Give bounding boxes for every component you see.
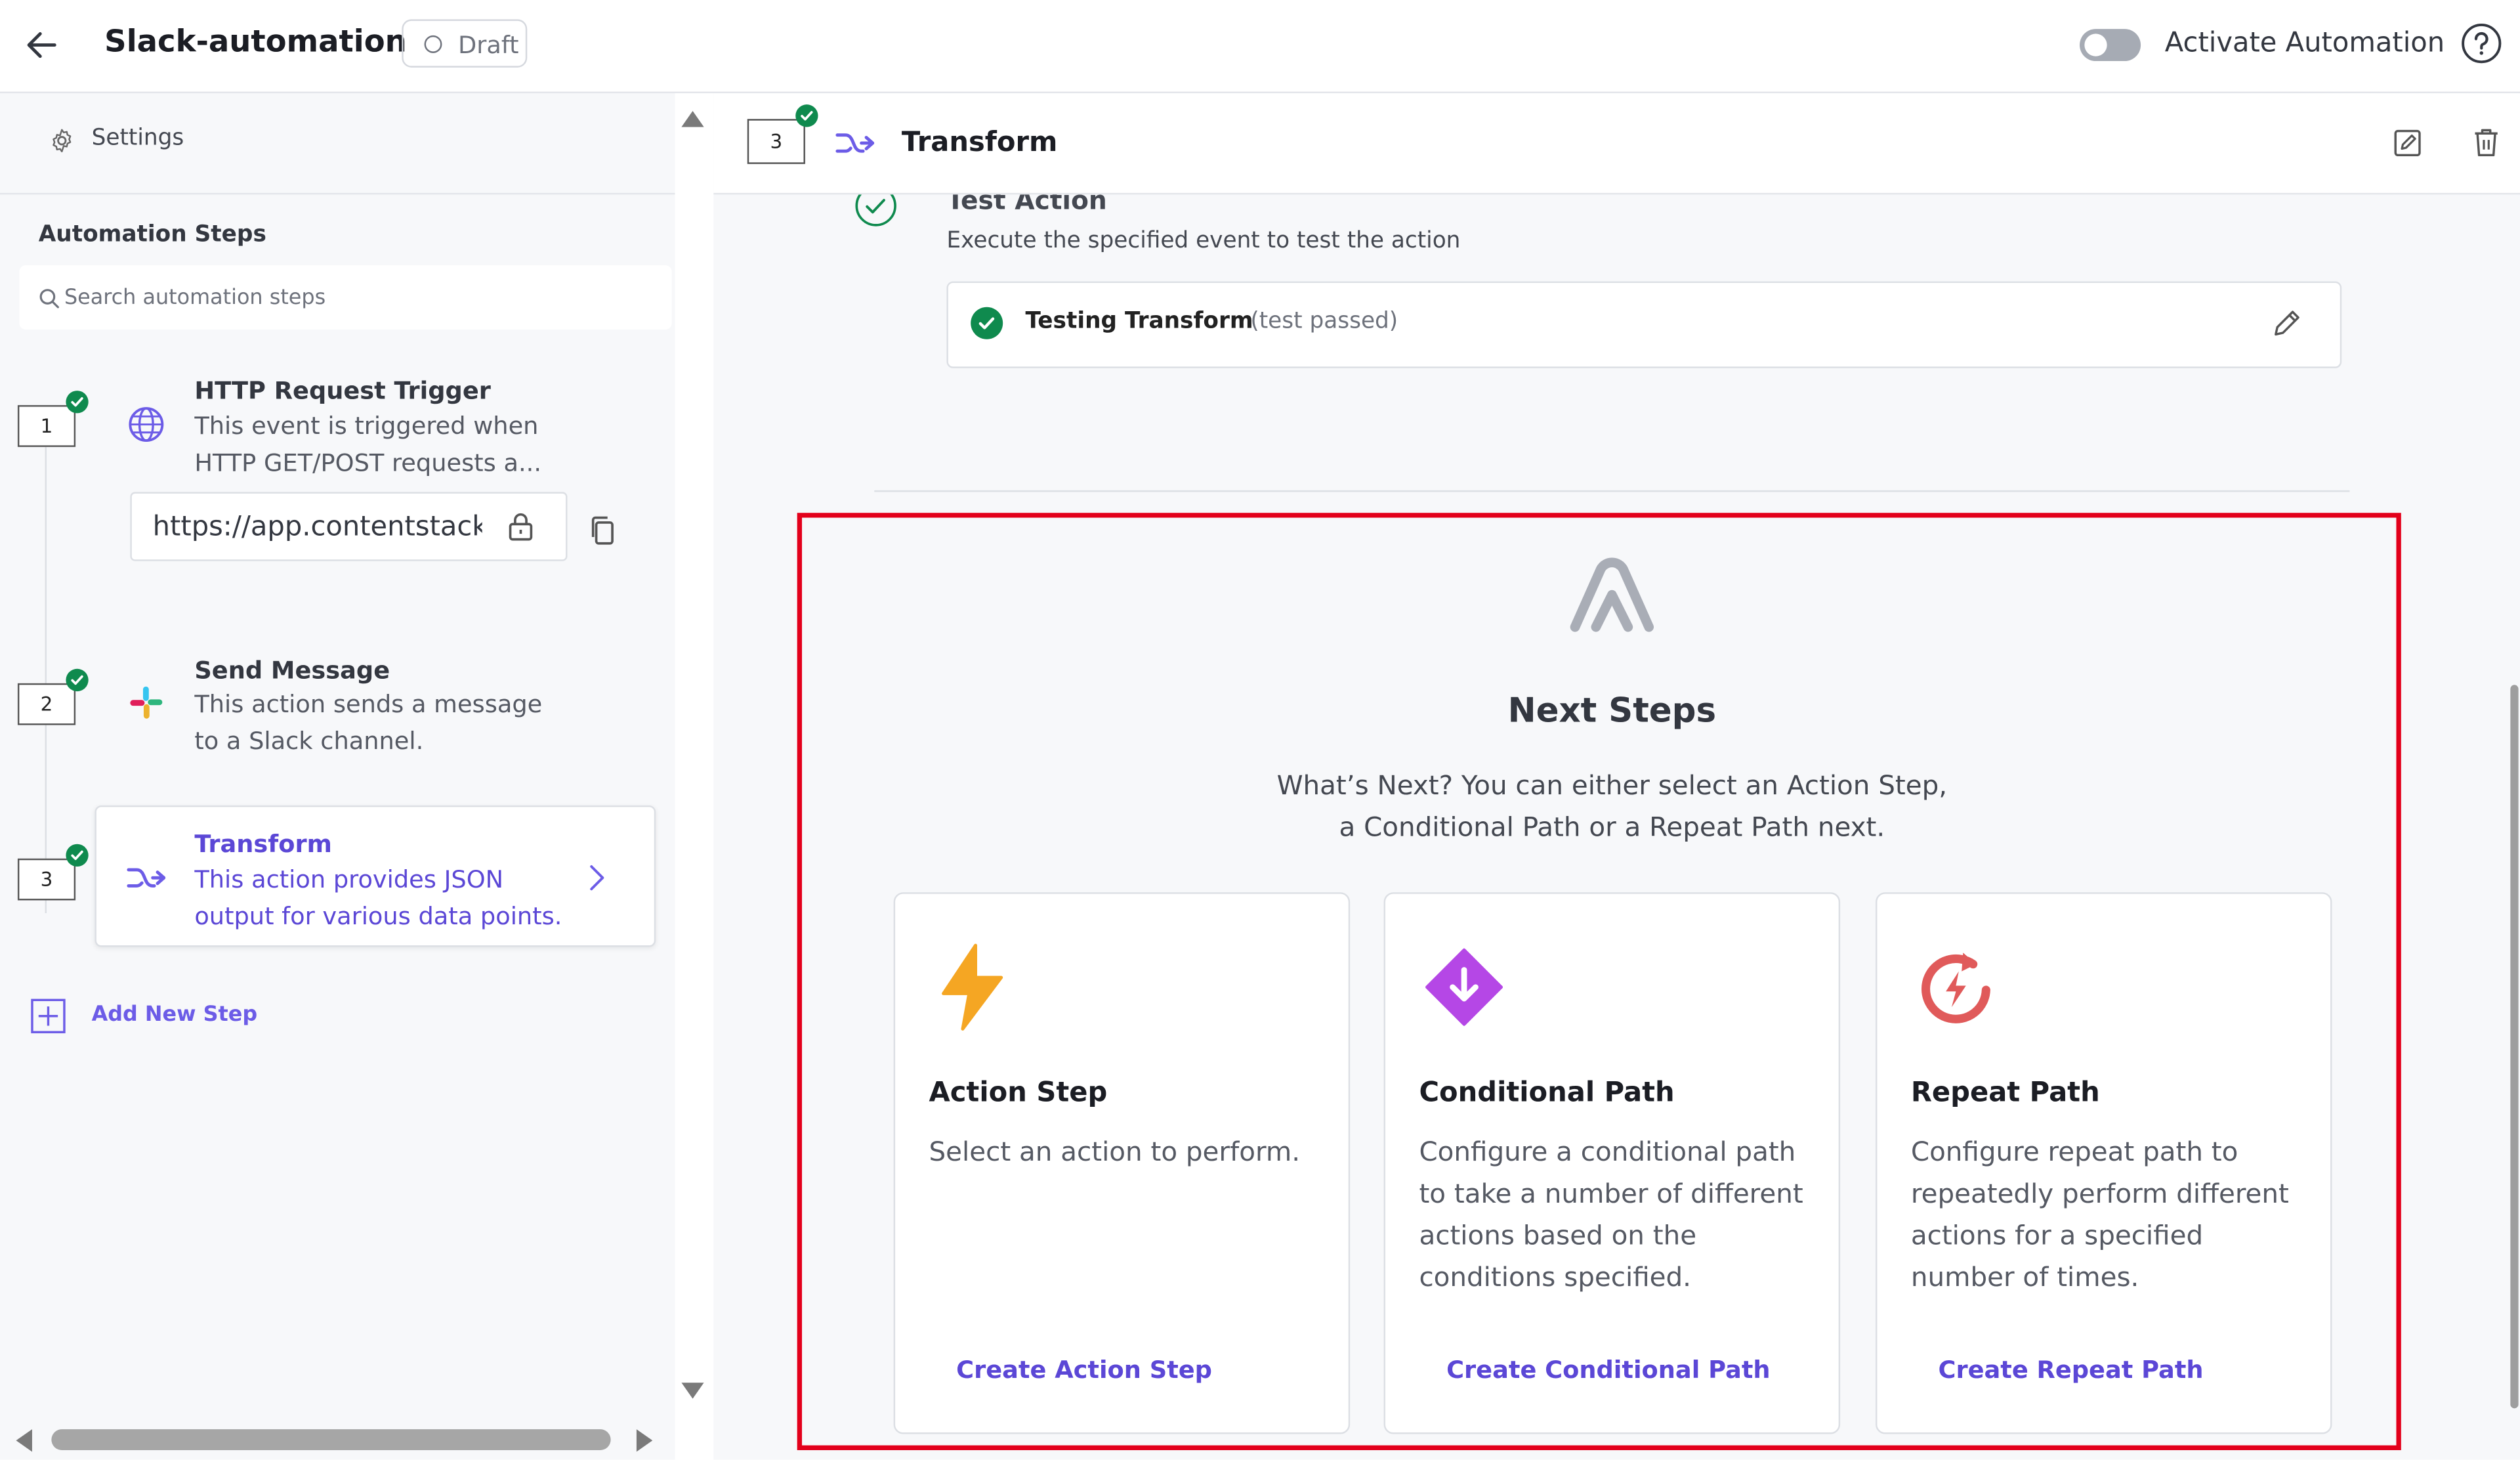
- globe-icon: [129, 407, 164, 442]
- repeat-icon: [1922, 953, 1990, 1023]
- copy-icon[interactable]: [588, 515, 617, 547]
- create-action-step-link[interactable]: Create Action Step: [956, 1356, 1212, 1385]
- step-1-check-icon: [66, 391, 89, 414]
- main-vertical-scrollbar-thumb[interactable]: [2510, 685, 2519, 1409]
- search-box: [19, 265, 672, 330]
- current-step-number: 3: [747, 119, 805, 164]
- action-step-card[interactable]: Action Step Select an action to perform.…: [893, 892, 1351, 1434]
- current-step-check-icon: [795, 104, 818, 127]
- pencil-icon[interactable]: [2271, 307, 2303, 339]
- step-1-title[interactable]: HTTP Request Trigger: [194, 376, 491, 405]
- step-1-desc-line1: This event is triggered when: [194, 411, 539, 441]
- activate-automation-toggle[interactable]: [2080, 29, 2141, 62]
- step-3-desc-line1: This action provides JSON: [194, 865, 504, 894]
- automate-logo-icon: [1570, 557, 1654, 632]
- step-3-title: Transform: [194, 829, 332, 859]
- main-panel: Test Action Execute the specified event …: [713, 93, 2520, 1460]
- draft-status-badge: Draft: [402, 19, 528, 68]
- trash-icon[interactable]: [2472, 127, 2501, 158]
- next-steps-title: Next Steps: [1507, 691, 1717, 730]
- action-step-title: Action Step: [929, 1077, 1108, 1109]
- test-result-box: Testing Transform (test passed): [946, 281, 2342, 368]
- slack-icon: [130, 686, 163, 719]
- test-action-description: Execute the specified event to test the …: [946, 228, 1461, 254]
- next-steps-description: What’s Next? You can either select an Ac…: [1260, 765, 1964, 849]
- test-passed-check-icon: [971, 307, 1003, 339]
- transform-icon: [835, 133, 875, 153]
- automation-title: Slack-automation: [104, 24, 407, 60]
- conditional-path-description: Configure a conditional path to take a n…: [1419, 1136, 1803, 1293]
- search-icon: [39, 289, 59, 309]
- activate-automation-label: Activate Automation: [2164, 27, 2445, 60]
- step-1-desc-line2: HTTP GET/POST requests a...: [194, 448, 542, 477]
- sidebar-step-transform-card[interactable]: Transform This action provides JSON outp…: [94, 805, 656, 947]
- repeat-path-title: Repeat Path: [1910, 1077, 2100, 1109]
- conditional-path-card[interactable]: Conditional Path Configure a conditional…: [1383, 892, 1841, 1434]
- webhook-url-field[interactable]: https://app.contentstack.com/automations…: [130, 492, 568, 561]
- back-arrow-icon[interactable]: [22, 26, 61, 64]
- next-steps-desc-line1: What’s Next? You can either select an Ac…: [1276, 770, 1948, 801]
- create-conditional-path-link[interactable]: Create Conditional Path: [1446, 1356, 1770, 1385]
- step-3-desc-line2: output for various data points.: [194, 901, 562, 930]
- action-step-description: Select an action to perform.: [929, 1136, 1301, 1167]
- step-3-description: This action provides JSON output for var…: [194, 862, 580, 934]
- conditional-diamond-icon: [1425, 948, 1503, 1026]
- automation-sidebar: Settings Automation Steps 1 HTTP Request…: [0, 93, 675, 1460]
- top-header: Slack-automation Draft Activate Automati…: [0, 0, 2520, 94]
- step-2-title[interactable]: Send Message: [194, 656, 390, 685]
- lock-icon: [509, 513, 533, 541]
- transform-icon: [127, 868, 166, 888]
- step-number-3: 3: [17, 858, 76, 901]
- scroll-down-arrow-icon[interactable]: [681, 1383, 704, 1399]
- sidebar-vertical-scrollbar[interactable]: [675, 93, 714, 1421]
- step-2-desc-line1: This action sends a message: [194, 689, 543, 719]
- scroll-right-arrow-icon[interactable]: [636, 1429, 656, 1452]
- step-2-check-icon: [66, 668, 89, 692]
- section-divider: [874, 490, 2350, 492]
- sidebar-horizontal-scrollbar-thumb[interactable]: [51, 1429, 611, 1450]
- step-number-1: 1: [17, 405, 76, 447]
- steps-connector-line: [45, 446, 47, 914]
- step-header-bar: 3 Transform: [713, 93, 2520, 195]
- step-2-description: This action sends a message to a Slack c…: [194, 687, 580, 759]
- settings-label: Settings: [91, 125, 184, 152]
- step-2-desc-line2: to a Slack channel.: [194, 725, 424, 755]
- toggle-knob: [2084, 33, 2107, 56]
- repeat-path-description: Configure repeat path to repeatedly perf…: [1910, 1136, 2289, 1293]
- add-step-plus-icon[interactable]: [31, 998, 66, 1034]
- create-repeat-path-link[interactable]: Create Repeat Path: [1938, 1356, 2203, 1385]
- next-steps-desc-line2: a Conditional Path or a Repeat Path next…: [1339, 811, 1885, 843]
- test-result-status: (test passed): [1250, 309, 1398, 335]
- chevron-right-icon: [590, 865, 604, 891]
- webhook-url-text: https://app.contentstack.com/automations…: [152, 511, 482, 544]
- gear-icon: [52, 129, 72, 152]
- scroll-up-arrow-icon[interactable]: [681, 110, 704, 127]
- edit-icon[interactable]: [2393, 129, 2422, 158]
- step-1-description: This event is triggered when HTTP GET/PO…: [194, 408, 580, 481]
- lightning-icon: [942, 943, 1003, 1031]
- conditional-path-title: Conditional Path: [1419, 1077, 1675, 1109]
- draft-circle-icon: [424, 35, 442, 53]
- settings-row[interactable]: Settings: [0, 93, 675, 195]
- step-3-check-icon: [66, 844, 89, 867]
- step-number-2: 2: [17, 683, 76, 725]
- test-result-title: Testing Transform: [1025, 309, 1253, 335]
- add-new-step-link[interactable]: Add New Step: [92, 1003, 258, 1027]
- automation-steps-heading: Automation Steps: [38, 221, 266, 248]
- step-title: Transform: [901, 127, 1058, 160]
- draft-label: Draft: [457, 30, 519, 60]
- repeat-path-card[interactable]: Repeat Path Configure repeat path to rep…: [1875, 892, 2332, 1434]
- scroll-left-arrow-icon[interactable]: [13, 1429, 32, 1452]
- search-automation-steps-input[interactable]: [64, 283, 643, 312]
- help-icon[interactable]: [2460, 22, 2502, 64]
